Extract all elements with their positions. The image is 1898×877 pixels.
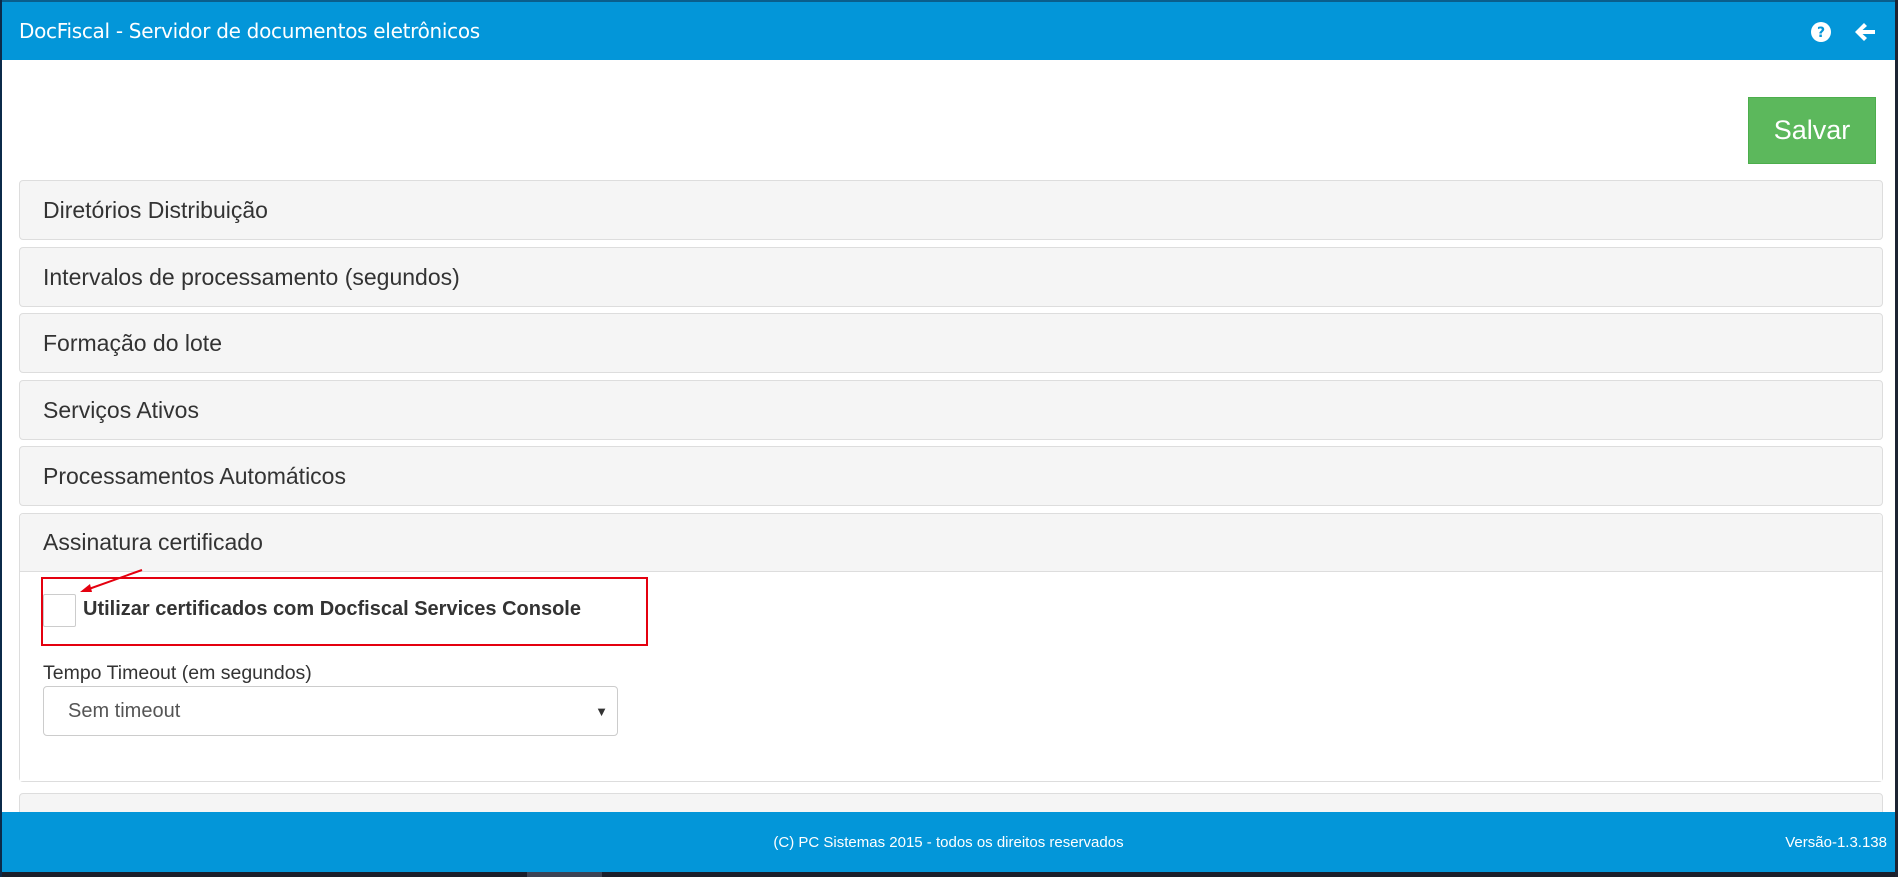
use-certificates-label[interactable]: Utilizar certificados com Docfiscal Serv… <box>83 598 581 621</box>
panel-diretorios-distribuicao[interactable]: Diretórios Distribuição <box>19 180 1883 240</box>
panel-servicos-ativos[interactable]: Serviços Ativos <box>19 380 1883 440</box>
use-certificates-checkbox[interactable] <box>43 594 76 627</box>
panel-title[interactable]: Intervalos de processamento (segundos) <box>20 248 1882 306</box>
svg-text:?: ? <box>1817 25 1825 41</box>
annotation-arrow-icon <box>80 569 143 592</box>
app-window: DocFiscal - Servidor de documentos eletr… <box>0 0 1898 877</box>
app-title: DocFiscal - Servidor de documentos eletr… <box>19 19 480 43</box>
question-circle-icon[interactable]: ? <box>1809 20 1833 44</box>
app-root: DocFiscal - Servidor de documentos eletr… <box>0 0 1898 877</box>
panel-title[interactable]: Processamentos Automáticos <box>20 447 1882 505</box>
panel-assinatura-certificado: Assinatura certificado Utilizar certific… <box>19 513 1883 782</box>
panel-formacao-lote[interactable]: Formação do lote <box>19 313 1883 373</box>
footer-version: Versão-1.3.138 <box>1785 834 1887 851</box>
panel-title[interactable]: Serviços Ativos <box>20 381 1882 439</box>
taskbar-strip <box>2 872 1895 877</box>
panel-processamentos-automaticos[interactable]: Processamentos Automáticos <box>19 446 1883 506</box>
panel-intervalos-processamento[interactable]: Intervalos de processamento (segundos) <box>19 247 1883 307</box>
timeout-label: Tempo Timeout (em segundos) <box>43 662 312 684</box>
panel-title[interactable]: Diretórios Distribuição <box>20 181 1882 239</box>
main-content: Salvar Diretórios Distribuição Intervalo… <box>2 60 1895 812</box>
panel-title[interactable]: Formação do lote <box>20 314 1882 372</box>
footer-copyright: (C) PC Sistemas 2015 - todos os direitos… <box>773 834 1124 851</box>
scroll-indicator <box>527 872 602 877</box>
chevron-down-icon: ▼ <box>595 704 608 719</box>
panel-body: Utilizar certificados com Docfiscal Serv… <box>20 569 1882 781</box>
arrow-left-icon[interactable] <box>1853 20 1877 44</box>
panel-title[interactable]: Assinatura certificado <box>20 514 1882 572</box>
timeout-select-value: Sem timeout <box>68 699 181 722</box>
save-button[interactable]: Salvar <box>1748 97 1876 164</box>
panel-partial-next <box>19 793 1883 812</box>
footer: (C) PC Sistemas 2015 - todos os direitos… <box>2 812 1895 872</box>
top-bar: DocFiscal - Servidor de documentos eletr… <box>2 0 1895 60</box>
timeout-select[interactable]: Sem timeout ▼ <box>43 686 618 736</box>
